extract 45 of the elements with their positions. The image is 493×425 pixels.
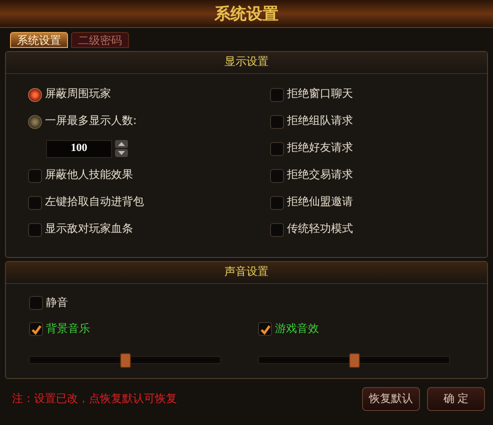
tab[interactable]: 二级密码	[71, 32, 129, 48]
checkbox[interactable]	[258, 322, 272, 336]
up-arrow-icon	[118, 142, 125, 146]
decrement-button[interactable]	[115, 149, 128, 157]
down-arrow-icon	[118, 151, 125, 155]
section-title: 显示设置	[224, 54, 268, 70]
option-label: 屏蔽他人技能效果	[45, 167, 133, 184]
checkbox[interactable]	[270, 222, 284, 236]
checkbox[interactable]	[270, 142, 284, 156]
number-field[interactable]: 100	[46, 140, 112, 158]
section-title: 声音设置	[224, 264, 268, 280]
window-title: 系统设置	[214, 2, 278, 24]
checkbox[interactable]	[270, 168, 284, 182]
tab[interactable]: 系统设置	[10, 32, 68, 48]
option-label: 拒绝好友请求	[287, 140, 353, 156]
slider-thumb[interactable]	[120, 353, 131, 368]
checkbox[interactable]	[29, 296, 43, 310]
option-label: 游戏音效	[275, 320, 319, 337]
checkbox[interactable]	[270, 196, 284, 210]
dialog-button[interactable]: 恢复默认	[362, 387, 420, 411]
option-label: 一屏最多显示人数:	[45, 113, 137, 130]
radio-button[interactable]	[28, 114, 42, 128]
option-label: 拒绝窗口聊天	[287, 86, 353, 102]
option-label: 传统轻功模式	[287, 221, 353, 238]
dialog-button[interactable]: 确 定	[427, 387, 485, 411]
slider-thumb[interactable]	[349, 353, 360, 368]
checkmark-icon	[260, 324, 270, 334]
option-label: 显示敌对玩家血条	[45, 221, 133, 238]
option-label: 拒绝仙盟邀请	[287, 194, 353, 210]
option-label: 屏蔽周围玩家	[45, 86, 111, 102]
checkbox[interactable]	[270, 114, 284, 128]
checkbox[interactable]	[29, 322, 43, 336]
option-label: 左键拾取自动进背包	[45, 194, 144, 210]
option-label: 拒绝组队请求	[287, 113, 353, 130]
option-label: 静音	[46, 294, 68, 311]
radio-button[interactable]	[28, 88, 42, 102]
increment-button[interactable]	[115, 140, 128, 148]
checkmark-icon	[30, 324, 42, 334]
option-label: 背景音乐	[46, 320, 90, 337]
checkbox[interactable]	[28, 222, 42, 236]
hint-text: 注：设置已改，点恢复默认可恢复	[12, 390, 177, 407]
checkbox[interactable]	[270, 88, 284, 102]
option-label: 拒绝交易请求	[287, 167, 353, 184]
checkbox[interactable]	[28, 168, 42, 182]
checkbox[interactable]	[28, 196, 42, 210]
